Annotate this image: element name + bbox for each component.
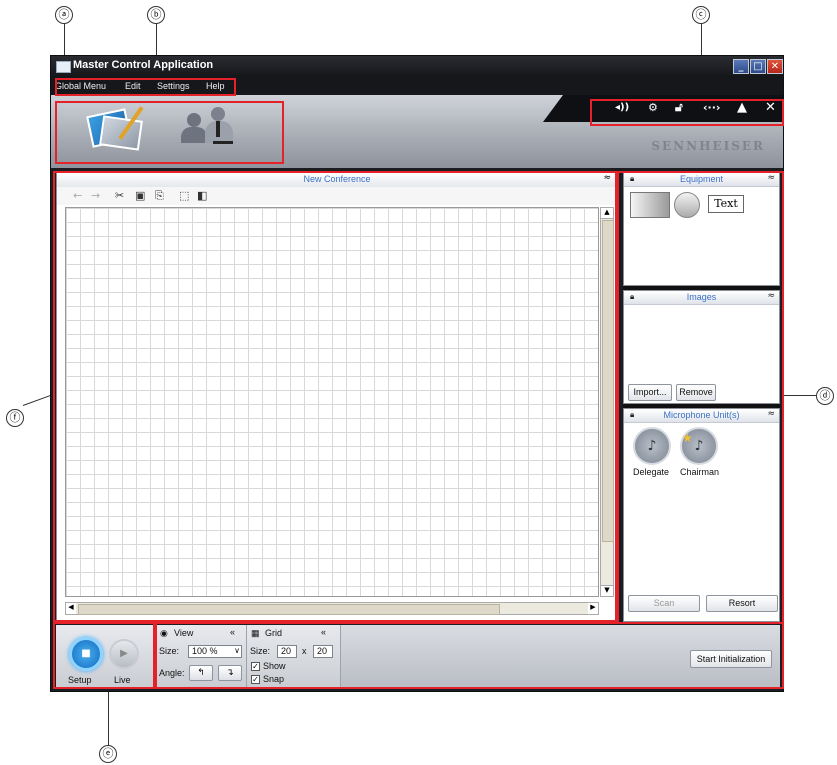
callout-d: ⓓ: [816, 387, 834, 405]
title-bar: Master Control Application _ □ ✕: [51, 56, 783, 78]
callout-b: ⓑ: [147, 6, 165, 24]
callout-d-line: [784, 395, 816, 396]
highlight-b: [55, 101, 284, 164]
callout-c: ⓒ: [692, 6, 710, 24]
window-title: Master Control Application: [73, 59, 214, 71]
highlight-f: [53, 171, 617, 622]
highlight-e: [53, 622, 155, 689]
highlight-d: [617, 171, 784, 624]
brand-logo: SENNHEISER: [651, 139, 765, 153]
highlight-a: [55, 78, 236, 96]
minimize-button[interactable]: _: [733, 59, 749, 74]
app-icon: [56, 61, 71, 73]
maximize-button[interactable]: □: [750, 59, 766, 74]
callout-e: ⓔ: [99, 745, 117, 763]
highlight-c: [590, 99, 784, 126]
close-button[interactable]: ✕: [767, 59, 783, 74]
callout-a: ⓐ: [55, 6, 73, 24]
highlight-e2: [155, 622, 784, 689]
callout-f: ⓕ: [6, 409, 24, 427]
callout-e-line: [108, 690, 109, 745]
